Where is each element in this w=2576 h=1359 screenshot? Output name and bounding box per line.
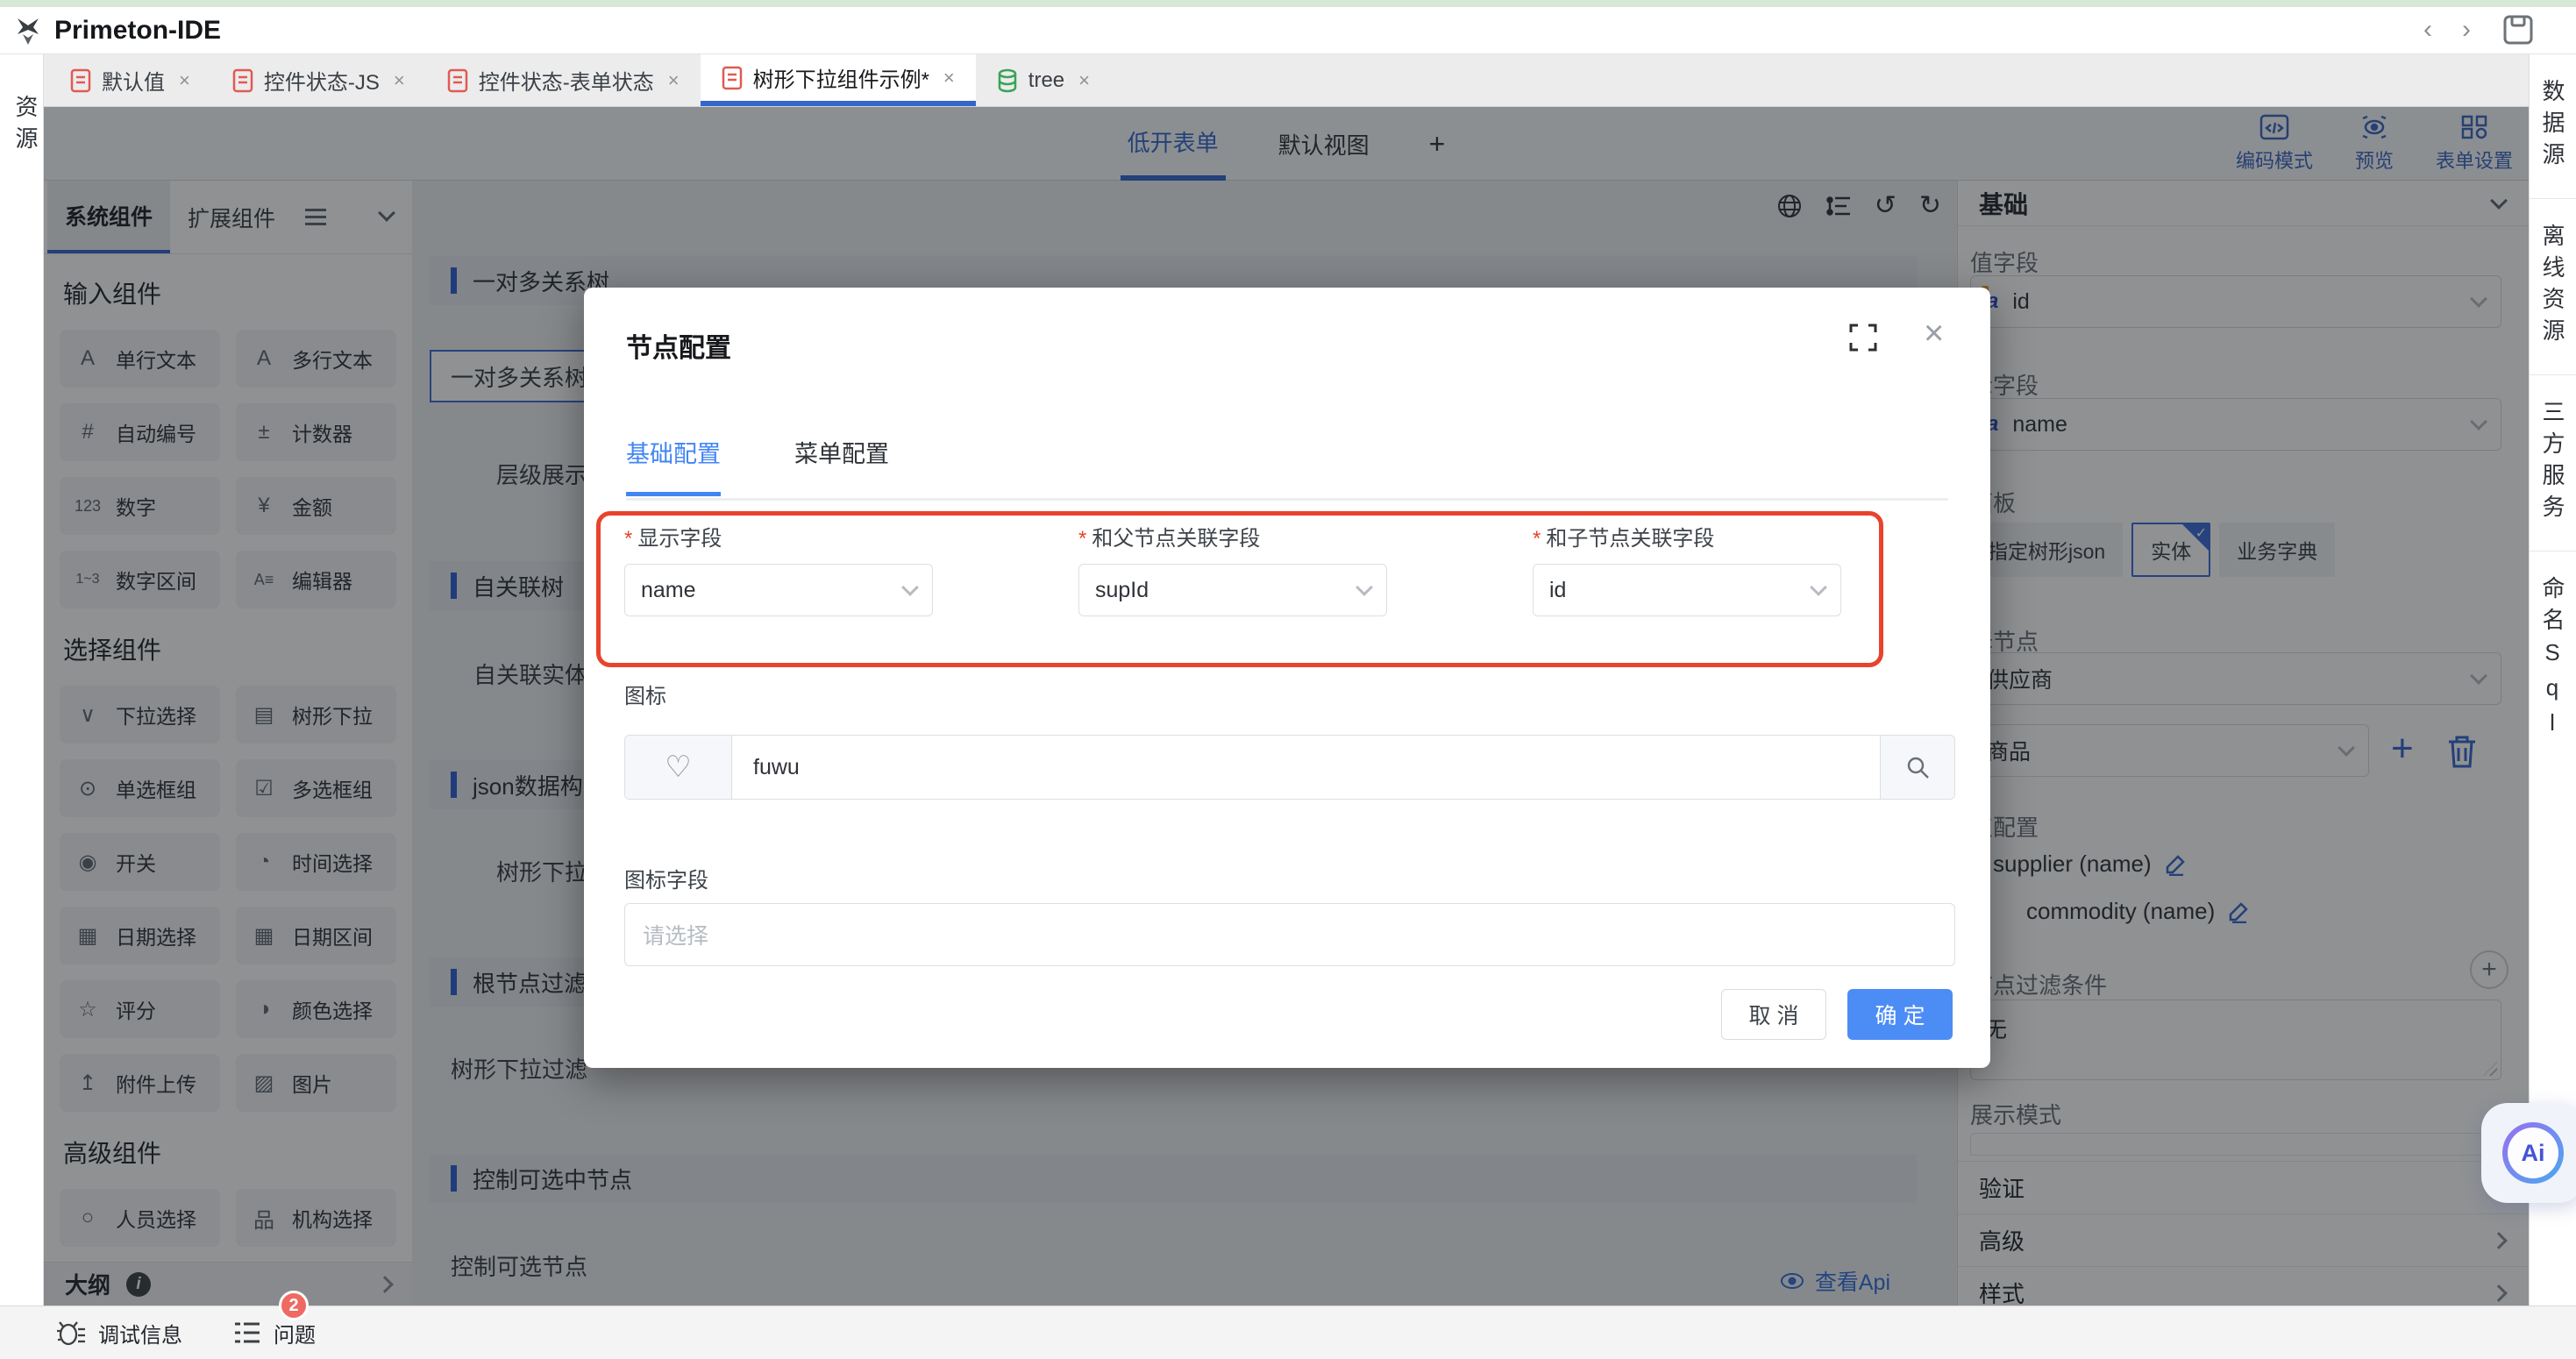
annotation-highlight bbox=[596, 511, 1883, 667]
form-doc-icon bbox=[722, 66, 743, 90]
titlebar: Primeton-IDE ‹ › bbox=[0, 7, 2576, 54]
node-config-dialog: 节点配置 × 基础配置 菜单配置 *显示字段 name *和父节点关联字段 su… bbox=[584, 288, 1990, 1068]
dock-item-datasource[interactable]: 数据源 bbox=[2537, 79, 2569, 174]
nav-forward-icon[interactable]: › bbox=[2462, 12, 2471, 47]
dialog-title: 节点配置 bbox=[626, 326, 731, 365]
tab-close-icon[interactable]: × bbox=[1078, 69, 1090, 92]
tab-basic-config[interactable]: 基础配置 bbox=[626, 435, 721, 496]
tab-control-state-form[interactable]: 控件状态-表单状态 × bbox=[426, 54, 701, 106]
list-icon bbox=[233, 1320, 261, 1345]
search-icon[interactable] bbox=[1880, 736, 1954, 799]
issues-count-badge: 2 bbox=[279, 1291, 309, 1320]
tab-close-icon[interactable]: × bbox=[943, 67, 955, 89]
app-logo-icon bbox=[12, 15, 44, 46]
icon-field-select[interactable]: 请选择 bbox=[624, 903, 1955, 966]
app-title: Primeton-IDE bbox=[54, 16, 221, 46]
tab-tree[interactable]: tree × bbox=[976, 54, 1111, 106]
ai-assistant-button[interactable]: Ai bbox=[2481, 1103, 2576, 1203]
editor-tabbar: 默认值 × 控件状态-JS × 控件状态-表单状态 × 树形下拉组件示例* × … bbox=[44, 54, 2529, 107]
database-icon bbox=[997, 68, 1018, 93]
form-doc-icon bbox=[70, 68, 91, 93]
sidebar-item-resources[interactable]: 资源 bbox=[10, 95, 42, 158]
ai-icon: Ai bbox=[2502, 1122, 2564, 1184]
cancel-button[interactable]: 取 消 bbox=[1721, 989, 1826, 1040]
tab-default-value[interactable]: 默认值 × bbox=[49, 54, 211, 106]
close-icon[interactable]: × bbox=[1924, 314, 1944, 353]
nav-back-icon[interactable]: ‹ bbox=[2423, 12, 2432, 47]
debug-info-button[interactable]: 调试信息 bbox=[56, 1318, 182, 1348]
heart-icon[interactable]: ♡ bbox=[625, 736, 732, 799]
form-doc-icon bbox=[232, 68, 253, 93]
tab-menu-config[interactable]: 菜单配置 bbox=[794, 435, 889, 496]
dock-item-third-party-services[interactable]: 三方服务 bbox=[2537, 400, 2569, 526]
tab-control-state-js[interactable]: 控件状态-JS × bbox=[211, 54, 426, 106]
fullscreen-icon[interactable] bbox=[1848, 323, 1878, 352]
tab-close-icon[interactable]: × bbox=[394, 69, 405, 92]
save-icon[interactable] bbox=[2501, 12, 2536, 47]
dock-item-offline-resources[interactable]: 离线资源 bbox=[2537, 224, 2569, 350]
window-top-strip bbox=[0, 0, 2576, 7]
tab-tree-dropdown-example[interactable]: 树形下拉组件示例* × bbox=[701, 54, 976, 106]
tab-close-icon[interactable]: × bbox=[668, 69, 680, 92]
resource-strip: 资源 bbox=[0, 54, 44, 1306]
tab-close-icon[interactable]: × bbox=[179, 69, 190, 92]
form-doc-icon bbox=[447, 68, 468, 93]
icon-field-label: 图标字段 bbox=[624, 863, 708, 893]
icon-search-input[interactable] bbox=[732, 736, 1880, 799]
dock-item-named-sql[interactable]: 命名Sql bbox=[2537, 576, 2569, 744]
icon-picker: ♡ bbox=[624, 735, 1955, 800]
statusbar: 调试信息 问题 2 bbox=[0, 1306, 2576, 1359]
icon-label: 图标 bbox=[624, 679, 666, 709]
issues-button[interactable]: 问题 bbox=[233, 1318, 316, 1348]
bug-icon bbox=[56, 1319, 86, 1347]
confirm-button[interactable]: 确 定 bbox=[1847, 989, 1953, 1040]
